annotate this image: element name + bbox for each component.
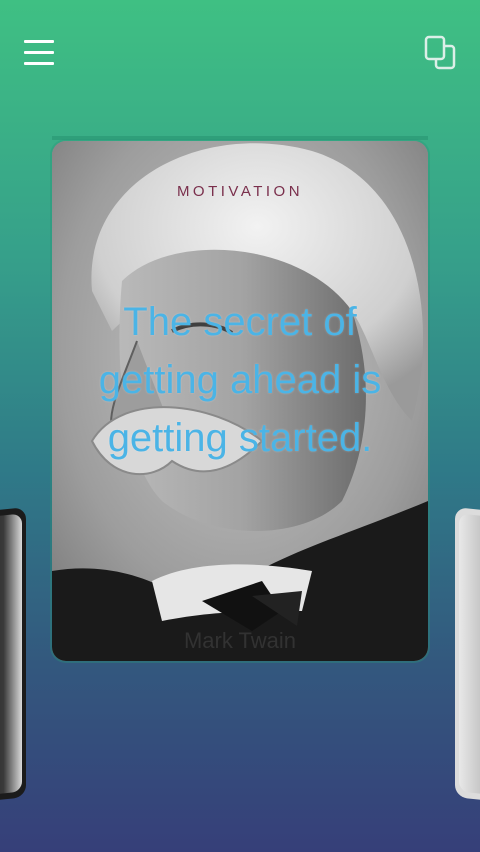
quote-text: The secret of getting ahead is getting s… (98, 300, 382, 460)
quote-author: Mark Twain (183, 628, 297, 653)
previous-card[interactable] (0, 507, 26, 803)
quote-carousel[interactable]: MOTIVATION The secret of getting ahead i… (0, 130, 480, 803)
menu-icon-line (24, 40, 54, 43)
quote-category: MOTIVATION (176, 183, 304, 200)
menu-button[interactable] (20, 36, 60, 70)
card-top-border (52, 136, 428, 140)
copy-icon (424, 35, 456, 70)
quote-card[interactable]: MOTIVATION The secret of getting ahead i… (52, 141, 428, 661)
copy-button[interactable] (420, 32, 460, 72)
next-card[interactable] (455, 507, 480, 803)
menu-icon-line (24, 62, 54, 65)
menu-icon-line (24, 51, 54, 54)
top-bar (0, 0, 480, 100)
